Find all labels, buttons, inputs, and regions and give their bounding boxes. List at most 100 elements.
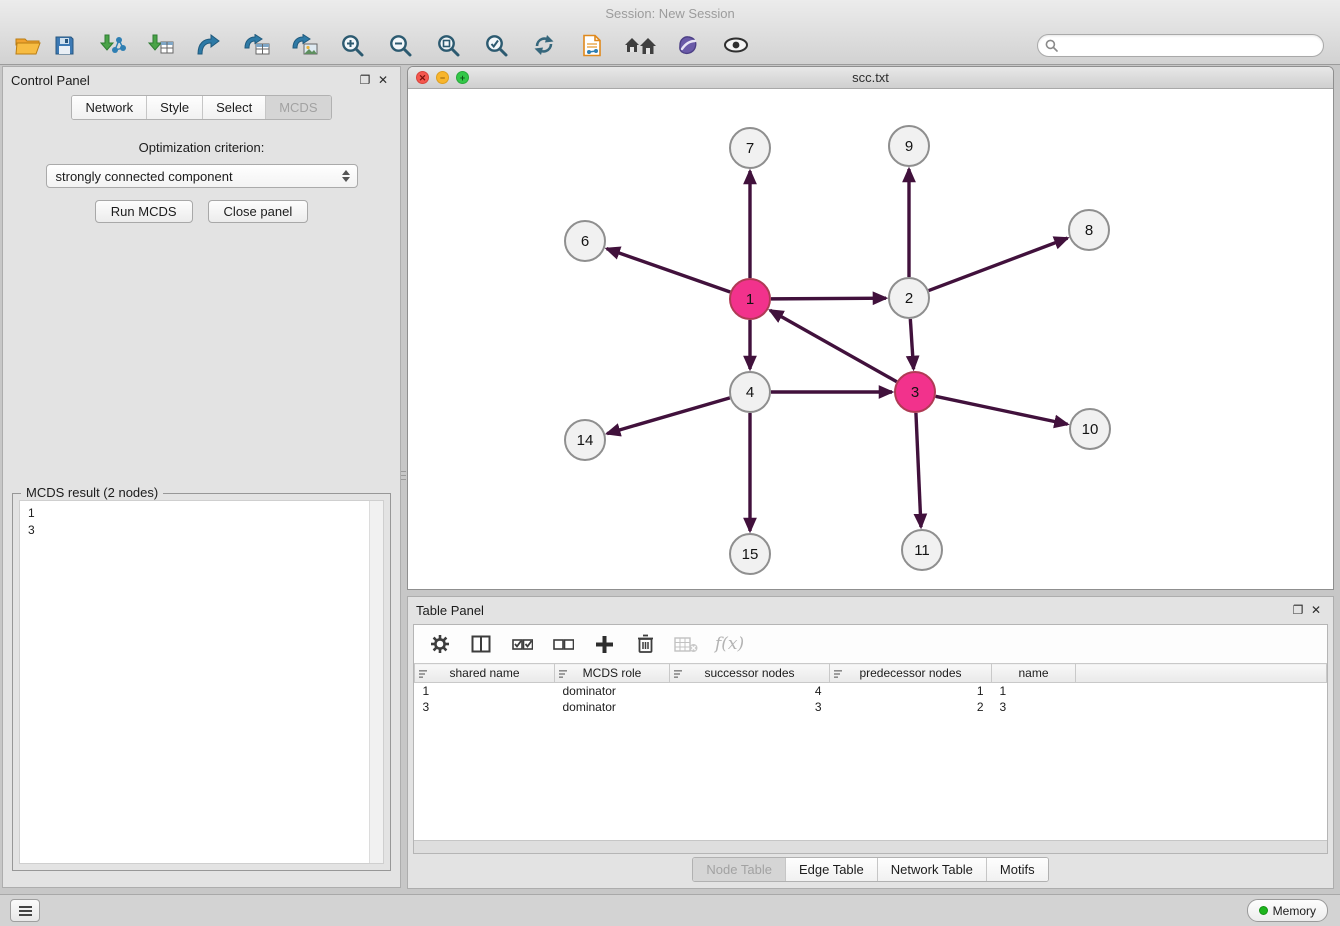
node-table-frame: f(x) shared name MCDS role successor nod… (413, 624, 1328, 854)
tab-network-table[interactable]: Network Table (878, 858, 987, 881)
node-8[interactable]: 8 (1069, 210, 1109, 250)
task-history-button[interactable] (10, 899, 40, 922)
export-network-icon[interactable] (576, 29, 608, 61)
node-2[interactable]: 2 (889, 278, 929, 318)
new-network-icon[interactable] (192, 29, 224, 61)
criterion-selected-value: strongly connected component (56, 169, 233, 184)
node-table-body: 1dominator4113dominator323 (415, 683, 1327, 715)
unselect-all-columns-icon[interactable] (551, 632, 575, 656)
column-header-predecessor-nodes[interactable]: predecessor nodes (830, 664, 992, 683)
minimize-window-icon[interactable]: − (436, 71, 449, 84)
node-3[interactable]: 3 (895, 372, 935, 412)
network-view-window: ✕ − + scc.txt 7 9 6 8 1 2 4 3 14 10 15 11 (407, 66, 1334, 590)
table-cell[interactable]: dominator (555, 699, 670, 715)
select-all-columns-icon[interactable] (510, 632, 534, 656)
column-header-mcds-role[interactable]: MCDS role (555, 664, 670, 683)
home-icons[interactable] (624, 29, 656, 61)
tab-edge-table[interactable]: Edge Table (786, 858, 878, 881)
tab-network[interactable]: Network (72, 96, 147, 119)
search-input[interactable] (1062, 38, 1316, 52)
edge-4-14[interactable] (607, 398, 730, 434)
edge-1-2[interactable] (771, 298, 886, 299)
svg-text:1: 1 (746, 291, 754, 308)
edge-3-11[interactable] (916, 413, 921, 527)
edge-2-3[interactable] (910, 319, 913, 369)
node-1[interactable]: 1 (730, 279, 770, 319)
new-table-icon[interactable] (240, 29, 272, 61)
table-cell[interactable]: 1 (415, 683, 555, 699)
memory-label: Memory (1273, 904, 1316, 918)
table-cell[interactable]: 4 (670, 683, 830, 699)
table-cell[interactable]: dominator (555, 683, 670, 699)
node-9[interactable]: 9 (889, 126, 929, 166)
node-7[interactable]: 7 (730, 128, 770, 168)
import-table-icon[interactable] (144, 29, 176, 61)
edge-2-8[interactable] (929, 238, 1068, 290)
node-10[interactable]: 10 (1070, 409, 1110, 449)
network-graph[interactable]: 7 9 6 8 1 2 4 3 14 10 15 11 (408, 90, 1333, 590)
table-cell[interactable]: 1 (992, 683, 1076, 699)
tab-select[interactable]: Select (203, 96, 266, 119)
zoom-out-icon[interactable] (384, 29, 416, 61)
close-panel-icon[interactable]: ✕ (374, 73, 392, 87)
table-cell[interactable]: 3 (670, 699, 830, 715)
node-15[interactable]: 15 (730, 534, 770, 574)
sort-icon (559, 668, 570, 682)
function-builder-icon[interactable]: f(x) (715, 634, 744, 654)
table-row[interactable]: 3dominator323 (415, 699, 1327, 715)
result-scrollbar[interactable] (369, 501, 383, 863)
close-table-panel-icon[interactable]: ✕ (1307, 603, 1325, 617)
table-cell[interactable]: 2 (830, 699, 992, 715)
edge-1-6[interactable] (607, 249, 730, 292)
zoom-fit-icon[interactable] (432, 29, 464, 61)
panel-splitter-grip[interactable] (401, 462, 406, 488)
column-header-name[interactable]: name (992, 664, 1076, 683)
tab-node-table[interactable]: Node Table (693, 858, 786, 881)
network-window-title: scc.txt (852, 70, 889, 85)
open-session-icon[interactable] (12, 29, 44, 61)
float-panel-icon[interactable]: ❐ (356, 73, 374, 87)
zoom-in-icon[interactable] (336, 29, 368, 61)
column-header-successor-nodes[interactable]: successor nodes (670, 664, 830, 683)
tab-style[interactable]: Style (147, 96, 203, 119)
tab-motifs[interactable]: Motifs (987, 858, 1048, 881)
close-window-icon[interactable]: ✕ (416, 71, 429, 84)
table-panel: Table Panel ❐ ✕ (407, 596, 1334, 889)
style-brush-icon[interactable] (672, 29, 704, 61)
edge-3-1[interactable] (770, 310, 897, 381)
tab-mcds[interactable]: MCDS (266, 96, 330, 119)
node-14[interactable]: 14 (565, 420, 605, 460)
add-column-icon[interactable] (592, 632, 616, 656)
zoom-window-icon[interactable]: + (456, 71, 469, 84)
save-session-icon[interactable] (48, 29, 80, 61)
table-hscrollbar[interactable] (414, 840, 1327, 853)
import-network-icon[interactable] (96, 29, 128, 61)
network-canvas[interactable]: 7 9 6 8 1 2 4 3 14 10 15 11 (408, 90, 1333, 589)
delete-column-icon[interactable] (633, 632, 657, 656)
table-settings-gear-icon[interactable] (428, 632, 452, 656)
column-header-shared-name[interactable]: shared name (415, 664, 555, 683)
run-mcds-button[interactable]: Run MCDS (95, 200, 193, 223)
mcds-result-box: MCDS result (2 nodes) 1 3 (12, 493, 391, 871)
table-cell[interactable]: 3 (415, 699, 555, 715)
apply-layout-icon[interactable] (528, 29, 560, 61)
main-toolbar (0, 26, 1340, 64)
delete-table-icon[interactable] (674, 632, 698, 656)
eye-icon[interactable] (720, 29, 752, 61)
criterion-select[interactable]: strongly connected component (46, 164, 358, 188)
close-panel-button[interactable]: Close panel (208, 200, 309, 223)
node-6[interactable]: 6 (565, 221, 605, 261)
zoom-selected-icon[interactable] (480, 29, 512, 61)
show-columns-icon[interactable] (469, 632, 493, 656)
memory-button[interactable]: Memory (1247, 899, 1328, 922)
table-cell[interactable]: 3 (992, 699, 1076, 715)
mcds-result-area[interactable]: 1 3 (19, 500, 384, 864)
node-11[interactable]: 11 (902, 530, 942, 570)
node-4[interactable]: 4 (730, 372, 770, 412)
edge-3-10[interactable] (936, 396, 1068, 424)
float-table-panel-icon[interactable]: ❐ (1289, 603, 1307, 617)
table-cell[interactable]: 1 (830, 683, 992, 699)
table-panel-title: Table Panel (416, 603, 484, 618)
export-image-icon[interactable] (288, 29, 320, 61)
table-row[interactable]: 1dominator411 (415, 683, 1327, 699)
